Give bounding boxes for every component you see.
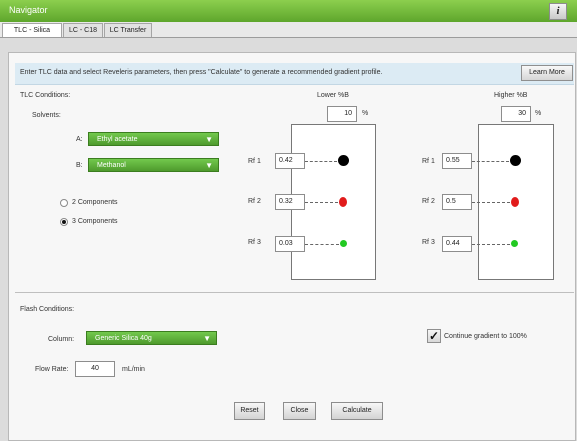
solvent-a-dropdown[interactable]: Ethyl acetate ▼	[88, 132, 219, 146]
higher-rf3-input[interactable]: 0.44	[442, 236, 472, 252]
lower-b-input[interactable]: 10	[327, 106, 357, 122]
section-divider	[15, 292, 574, 293]
lower-b-unit: %	[362, 110, 369, 117]
info-text: Enter TLC data and select Reveleris para…	[20, 69, 383, 76]
higher-rf3-label: Rf 3	[422, 239, 435, 246]
higher-rf1-input[interactable]: 0.55	[442, 153, 472, 169]
solvent-a-label: A:	[76, 136, 83, 143]
solvent-b-value: Methanol	[97, 162, 126, 169]
lower-rf2-spot	[339, 197, 347, 207]
tab-bar: TLC - Silica LC - C18 LC Transfer	[0, 22, 577, 38]
tab-tlc-silica[interactable]: TLC - Silica	[2, 23, 62, 37]
close-button[interactable]: Close	[283, 402, 316, 420]
flow-rate-unit: mL/min	[122, 366, 145, 373]
column-value: Generic Silica 40g	[95, 335, 152, 342]
higher-rf2-label: Rf 2	[422, 198, 435, 205]
lower-rf1-label: Rf 1	[248, 158, 261, 165]
higher-rf1-line	[472, 161, 509, 162]
lower-rf2-line	[305, 202, 338, 203]
solvents-label: Solvents:	[32, 112, 61, 119]
tab-lc-transfer[interactable]: LC Transfer	[104, 23, 152, 37]
lower-rf1-input[interactable]: 0.42	[275, 153, 305, 169]
tab-lc-c18[interactable]: LC - C18	[63, 23, 103, 37]
higher-rf1-spot	[510, 155, 521, 166]
lower-b-title: Lower %B	[317, 92, 349, 99]
reset-button[interactable]: Reset	[234, 402, 265, 420]
chevron-down-icon: ▼	[203, 334, 211, 343]
two-components-radio[interactable]	[60, 199, 68, 207]
three-components-label: 3 Components	[72, 218, 118, 225]
lower-rf3-line	[305, 244, 339, 245]
flow-rate-label: Flow Rate:	[35, 366, 69, 373]
higher-rf2-spot	[511, 197, 519, 207]
chevron-down-icon: ▼	[205, 135, 213, 144]
lower-rf1-line	[305, 161, 337, 162]
lower-rf3-label: Rf 3	[248, 239, 261, 246]
chevron-down-icon: ▼	[205, 161, 213, 170]
three-components-radio[interactable]	[60, 218, 68, 226]
flow-rate-input[interactable]: 40	[75, 361, 115, 377]
higher-rf2-line	[472, 202, 510, 203]
learn-more-button[interactable]: Learn More	[521, 65, 573, 81]
help-icon[interactable]: i	[549, 3, 567, 20]
calculate-button[interactable]: Calculate	[331, 402, 383, 420]
lower-rf1-spot	[338, 155, 349, 166]
flash-conditions-label: Flash Conditions:	[20, 306, 75, 313]
title-bar: Navigator i	[0, 0, 577, 23]
continue-gradient-label: Continue gradient to 100%	[444, 333, 527, 340]
higher-b-unit: %	[535, 110, 542, 117]
solvent-b-label: B:	[76, 162, 83, 169]
column-dropdown[interactable]: Generic Silica 40g ▼	[86, 331, 217, 345]
lower-rf2-input[interactable]: 0.32	[275, 194, 305, 210]
higher-rf1-label: Rf 1	[422, 158, 435, 165]
solvent-a-value: Ethyl acetate	[97, 136, 138, 143]
lower-rf3-spot	[340, 240, 347, 247]
lower-rf3-input[interactable]: 0.03	[275, 236, 305, 252]
two-components-label: 2 Components	[72, 199, 118, 206]
tlc-conditions-label: TLC Conditions:	[20, 92, 71, 99]
column-label: Column:	[48, 336, 75, 343]
lower-rf2-label: Rf 2	[248, 198, 261, 205]
window-title: Navigator	[9, 5, 48, 15]
continue-gradient-checkbox[interactable]: ✓	[427, 329, 441, 343]
higher-b-input[interactable]: 30	[501, 106, 531, 122]
solvent-b-dropdown[interactable]: Methanol ▼	[88, 158, 219, 172]
higher-rf3-spot	[511, 240, 518, 247]
higher-rf3-line	[472, 244, 510, 245]
higher-b-title: Higher %B	[494, 92, 528, 99]
higher-rf2-input[interactable]: 0.5	[442, 194, 472, 210]
